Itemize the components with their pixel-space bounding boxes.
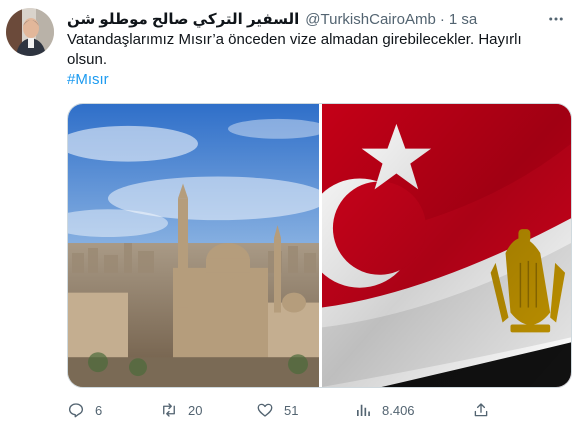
reply-count: 6 xyxy=(95,402,103,418)
tweet[interactable]: السفير التركي صالح موطلو شن @TurkishCair… xyxy=(0,0,578,428)
share-button[interactable] xyxy=(472,398,490,422)
retweet-count: 20 xyxy=(188,402,203,418)
more-options-button[interactable] xyxy=(544,7,568,31)
display-name[interactable]: السفير التركي صالح موطلو شن xyxy=(67,10,299,28)
separator-dot: · xyxy=(439,10,445,28)
user-handle[interactable]: @TurkishCairoAmb xyxy=(305,11,436,28)
avatar[interactable] xyxy=(6,8,54,56)
cairo-skyline-image[interactable] xyxy=(68,104,319,387)
tweet-text: Vatandaşlarımız Mısır’a önceden vize alm… xyxy=(67,31,522,68)
tweet-actions: 6 20 51 8.406 xyxy=(67,398,497,422)
more-icon xyxy=(549,17,563,21)
like-button[interactable]: 51 xyxy=(256,398,298,422)
views-button[interactable]: 8.406 xyxy=(354,398,415,422)
hashtag-link[interactable]: #Mısır xyxy=(67,70,109,90)
heart-icon xyxy=(257,403,273,417)
turkey-egypt-flags-image[interactable] xyxy=(322,104,571,387)
share-icon xyxy=(474,403,488,417)
timestamp[interactable]: 1 sa xyxy=(449,11,477,28)
view-count: 8.406 xyxy=(382,402,415,418)
media-grid xyxy=(67,103,572,388)
reply-button[interactable]: 6 xyxy=(67,398,102,422)
tweet-header: السفير التركي صالح موطلو شن @TurkishCair… xyxy=(67,9,477,29)
retweet-icon xyxy=(163,403,175,417)
views-chart-icon xyxy=(357,404,370,416)
like-count: 51 xyxy=(284,402,299,418)
retweet-button[interactable]: 20 xyxy=(160,398,202,422)
reply-icon xyxy=(68,403,84,418)
